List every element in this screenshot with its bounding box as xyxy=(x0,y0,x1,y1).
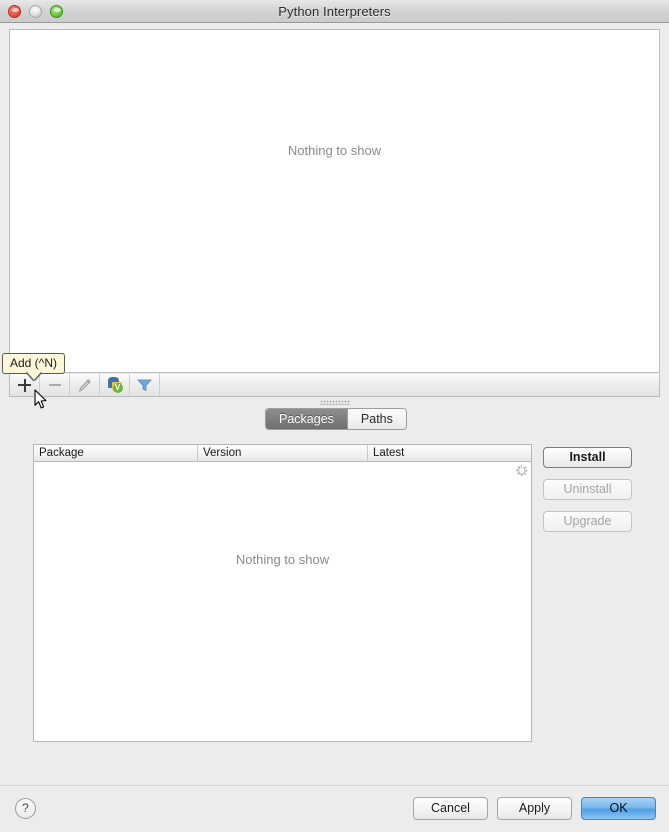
interpreter-list-panel[interactable]: Nothing to show xyxy=(9,29,660,373)
column-header-version[interactable]: Version xyxy=(198,445,368,461)
python-env-icon: V xyxy=(107,377,123,393)
tab-packages[interactable]: Packages xyxy=(266,409,348,429)
help-button[interactable]: ? xyxy=(15,798,36,819)
column-header-package[interactable]: Package xyxy=(34,445,198,461)
install-button[interactable]: Install xyxy=(543,447,632,468)
package-tabs: Packages Paths xyxy=(265,408,407,430)
ok-button[interactable]: OK xyxy=(581,797,656,820)
cancel-button[interactable]: Cancel xyxy=(413,797,488,820)
plus-icon xyxy=(18,378,31,392)
add-button-tooltip: Add (^N) xyxy=(2,353,65,374)
packages-table-header: Package Version Latest xyxy=(34,445,531,462)
edit-interpreter-button[interactable] xyxy=(70,374,100,396)
upgrade-button: Upgrade xyxy=(543,511,632,532)
splitter-grip-icon xyxy=(319,400,350,405)
window-title: Python Interpreters xyxy=(278,3,391,19)
mouse-cursor xyxy=(34,389,47,409)
filter-button[interactable] xyxy=(130,374,160,396)
uninstall-button: Uninstall xyxy=(543,479,632,500)
interpreter-empty-message: Nothing to show xyxy=(287,143,382,158)
column-header-latest[interactable]: Latest xyxy=(368,445,531,461)
window-titlebar: Python Interpreters xyxy=(0,0,669,23)
funnel-icon xyxy=(137,379,152,392)
packages-empty-message: Nothing to show xyxy=(235,552,330,567)
maximize-button[interactable] xyxy=(50,5,63,18)
packages-table[interactable]: Package Version Latest Nothing to show xyxy=(33,444,532,742)
loading-spinner-icon xyxy=(515,465,527,476)
window-controls xyxy=(8,5,63,18)
python-environment-button[interactable]: V xyxy=(100,374,130,396)
dialog-buttons: Cancel Apply OK xyxy=(413,797,656,820)
tab-paths[interactable]: Paths xyxy=(347,409,406,429)
dialog-footer: ? Cancel Apply OK xyxy=(0,785,669,832)
pencil-icon xyxy=(78,378,91,392)
interpreter-toolbar: V xyxy=(9,374,660,397)
apply-button[interactable]: Apply xyxy=(497,797,572,820)
package-actions: Install Uninstall Upgrade xyxy=(543,447,632,532)
minus-icon xyxy=(48,384,61,386)
minimize-button[interactable] xyxy=(29,5,42,18)
close-button[interactable] xyxy=(8,5,21,18)
